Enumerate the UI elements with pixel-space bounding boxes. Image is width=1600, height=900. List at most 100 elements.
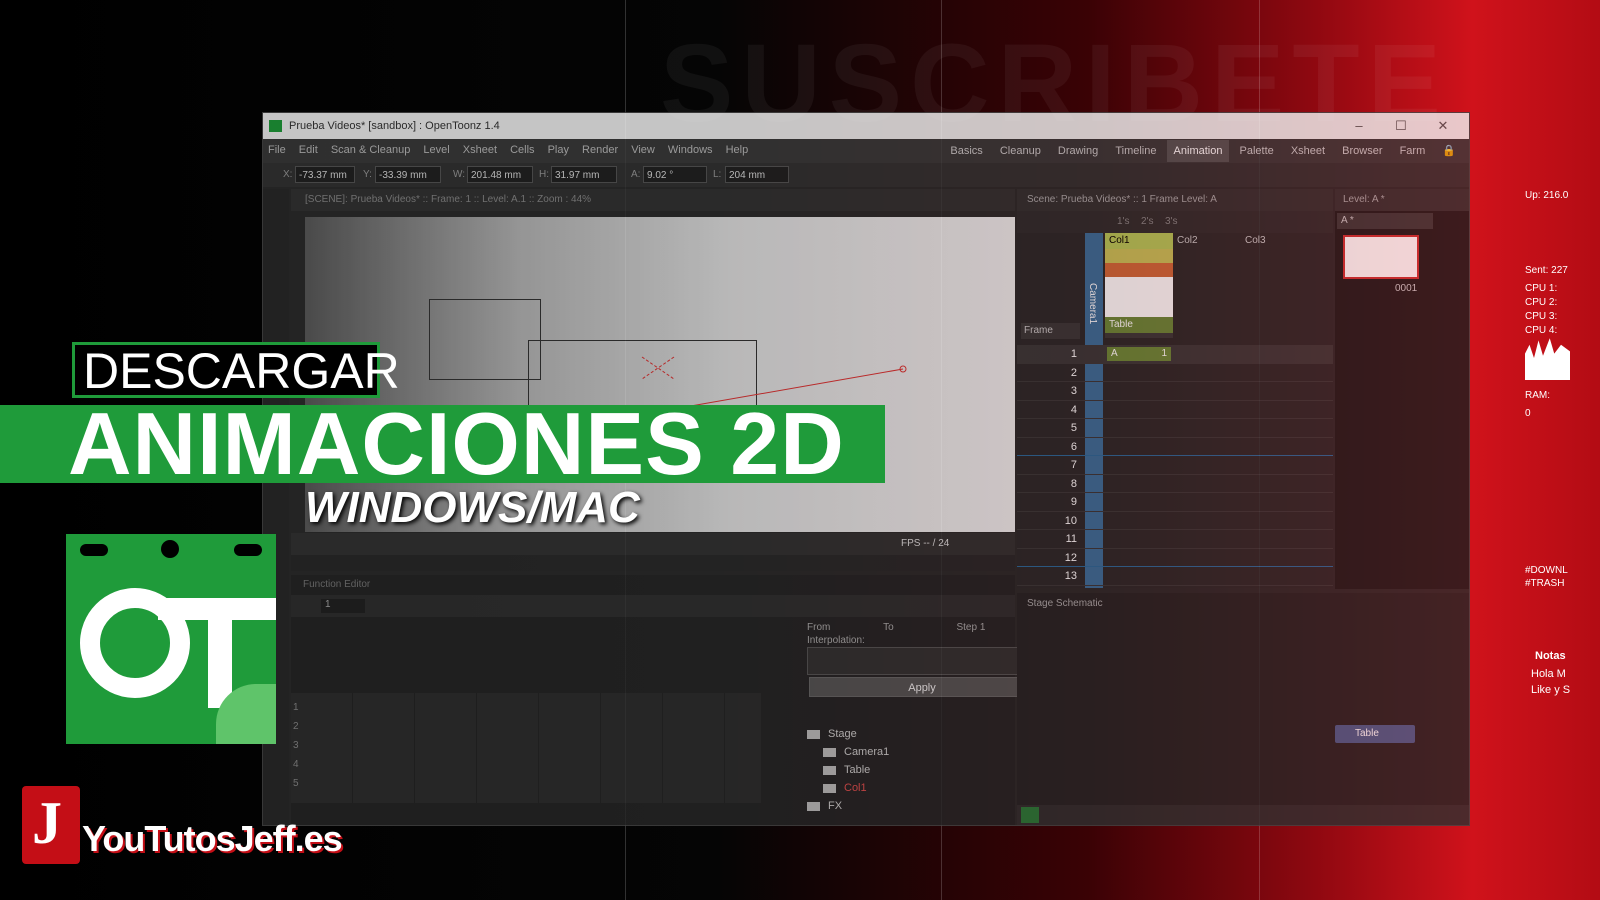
tree-label: FX bbox=[828, 800, 843, 812]
tab-palette[interactable]: Palette bbox=[1233, 140, 1281, 162]
tab-drawing[interactable]: Drawing bbox=[1051, 140, 1105, 162]
menu-windows[interactable]: Windows bbox=[663, 139, 718, 161]
xsheet-row[interactable]: 1 A1 bbox=[1017, 345, 1333, 364]
tree-item-camera1[interactable]: Camera1 bbox=[807, 743, 1037, 761]
lock-icon[interactable]: 🔒 bbox=[1435, 139, 1463, 162]
cell-frame: 1 bbox=[1161, 348, 1167, 359]
xsheet-row[interactable]: 3 bbox=[1017, 382, 1333, 401]
w-field[interactable]: 201.48 mm bbox=[467, 166, 533, 183]
tree-item-col1[interactable]: Col1 bbox=[807, 779, 1037, 797]
menu-help[interactable]: Help bbox=[721, 139, 754, 161]
tree-item-stage[interactable]: Stage bbox=[807, 725, 1037, 743]
tab-farm[interactable]: Farm bbox=[1393, 140, 1433, 162]
xsheet-header: Scene: Prueba Videos* :: 1 Frame Level: … bbox=[1017, 189, 1333, 211]
menu-play[interactable]: Play bbox=[543, 139, 574, 161]
hashtag: #DOWNL bbox=[1525, 565, 1568, 576]
tree-item-table[interactable]: Table bbox=[807, 761, 1037, 779]
schematic-toolbar bbox=[1017, 805, 1469, 825]
menu-view[interactable]: View bbox=[626, 139, 660, 161]
l-label: L: bbox=[713, 169, 722, 180]
function-editor-toolbar: 1 bbox=[291, 595, 1015, 617]
column-thumbnail bbox=[1105, 277, 1173, 317]
frame-number: 11 bbox=[1065, 533, 1077, 545]
a-label: A: bbox=[631, 169, 641, 180]
tab-browser[interactable]: Browser bbox=[1335, 140, 1389, 162]
step-value[interactable]: 1 bbox=[980, 622, 986, 633]
row-number: 4 bbox=[293, 759, 299, 770]
xsheet-row[interactable]: 7 bbox=[1017, 456, 1333, 475]
column-col1-header[interactable]: Col1 Table bbox=[1105, 233, 1173, 338]
frame-field[interactable]: 1 bbox=[321, 599, 365, 613]
menu-cells[interactable]: Cells bbox=[505, 139, 539, 161]
menu-xsheet[interactable]: Xsheet bbox=[458, 139, 502, 161]
pegbar-name[interactable]: Table bbox=[1105, 317, 1173, 333]
w-label: W: bbox=[453, 169, 466, 180]
eye-icon[interactable] bbox=[1105, 249, 1173, 263]
xsheet-row[interactable]: 13 bbox=[1017, 567, 1333, 586]
minimize-button[interactable]: – bbox=[1339, 113, 1379, 139]
xsheet-row[interactable]: 10 bbox=[1017, 512, 1333, 530]
menu-edit[interactable]: Edit bbox=[294, 139, 323, 161]
apply-button[interactable]: Apply bbox=[809, 677, 1035, 697]
maximize-button[interactable]: ☐ bbox=[1381, 113, 1421, 139]
function-tree: Stage Camera1 Table Col1 FX bbox=[807, 725, 1037, 815]
tree-item-fx[interactable]: FX bbox=[807, 797, 1037, 815]
xsheet-row[interactable]: 9 bbox=[1017, 493, 1333, 512]
y-field[interactable]: -33.39 mm bbox=[375, 166, 441, 183]
h-field[interactable]: 31.97 mm bbox=[551, 166, 617, 183]
step-2s[interactable]: 2's bbox=[1141, 216, 1153, 227]
select-tool-icon[interactable] bbox=[1021, 807, 1039, 823]
xsheet-row[interactable]: 11 bbox=[1017, 530, 1333, 549]
frame-dropdown[interactable]: Frame bbox=[1021, 323, 1080, 339]
xsheet-row[interactable]: 12 bbox=[1017, 549, 1333, 567]
frame-number: 13 bbox=[1064, 570, 1077, 582]
a-field[interactable]: 9.02 ° bbox=[643, 166, 707, 183]
frame-scrubber[interactable] bbox=[291, 555, 1015, 571]
platforms-text: WINDOWS/MAC bbox=[305, 483, 640, 532]
window-title: Prueba Videos* [sandbox] : OpenToonz 1.4 bbox=[289, 120, 500, 132]
hashtag: #TRASH bbox=[1525, 578, 1565, 589]
xsheet-row[interactable]: 2 bbox=[1017, 364, 1333, 382]
xsheet-toolbar: 1's 2's 3's bbox=[1017, 211, 1333, 233]
close-button[interactable]: ✕ bbox=[1423, 113, 1463, 139]
jeff-initial: J bbox=[32, 790, 62, 856]
column-col3-header[interactable]: Col3 bbox=[1245, 235, 1266, 246]
xsheet-row[interactable]: 6 bbox=[1017, 438, 1333, 456]
column-col2-header[interactable]: Col2 bbox=[1177, 235, 1198, 246]
tree-label: Col1 bbox=[844, 782, 867, 794]
xsheet-row[interactable]: 4 bbox=[1017, 401, 1333, 419]
folder-icon bbox=[807, 729, 820, 739]
tab-xsheet[interactable]: Xsheet bbox=[1284, 140, 1332, 162]
camstand-toggle-icon[interactable] bbox=[1105, 263, 1173, 277]
menu-level[interactable]: Level bbox=[418, 139, 454, 161]
ram-value: 0 bbox=[1525, 408, 1531, 419]
step-1s[interactable]: 1's bbox=[1117, 216, 1129, 227]
tab-animation[interactable]: Animation bbox=[1166, 140, 1230, 162]
tab-basics[interactable]: Basics bbox=[943, 140, 989, 162]
headline-text: ANIMACIONES 2D bbox=[68, 394, 845, 493]
cell-a1[interactable]: A1 bbox=[1107, 347, 1171, 361]
segment-range: From To Step 1 bbox=[807, 622, 985, 633]
row-number: 1 bbox=[293, 702, 299, 713]
tree-label: Table bbox=[844, 764, 871, 776]
step-3s[interactable]: 3's bbox=[1165, 216, 1177, 227]
tab-cleanup[interactable]: Cleanup bbox=[993, 140, 1048, 162]
interpolation-select[interactable] bbox=[807, 647, 1037, 675]
row-number: 2 bbox=[293, 721, 299, 732]
x-field[interactable]: -73.37 mm bbox=[295, 166, 355, 183]
function-editor-title: Function Editor bbox=[303, 579, 371, 590]
cpu-label: CPU 3: bbox=[1525, 311, 1558, 322]
menu-render[interactable]: Render bbox=[577, 139, 623, 161]
xsheet-row[interactable]: 8 bbox=[1017, 475, 1333, 493]
h-label: H: bbox=[539, 169, 549, 180]
spreadsheet-grid[interactable]: 1 2 3 4 5 bbox=[291, 693, 761, 803]
menu-scan-cleanup[interactable]: Scan & Cleanup bbox=[326, 139, 416, 161]
level-selector[interactable]: A * bbox=[1337, 213, 1433, 229]
notes-line: Hola M bbox=[1531, 668, 1566, 680]
table-node[interactable]: Table bbox=[1335, 725, 1415, 743]
tab-timeline[interactable]: Timeline bbox=[1108, 140, 1163, 162]
l-field[interactable]: 204 mm bbox=[725, 166, 789, 183]
menu-file[interactable]: File bbox=[263, 139, 291, 161]
level-frame-thumbnail[interactable] bbox=[1343, 235, 1419, 279]
xsheet-row[interactable]: 5 bbox=[1017, 419, 1333, 438]
